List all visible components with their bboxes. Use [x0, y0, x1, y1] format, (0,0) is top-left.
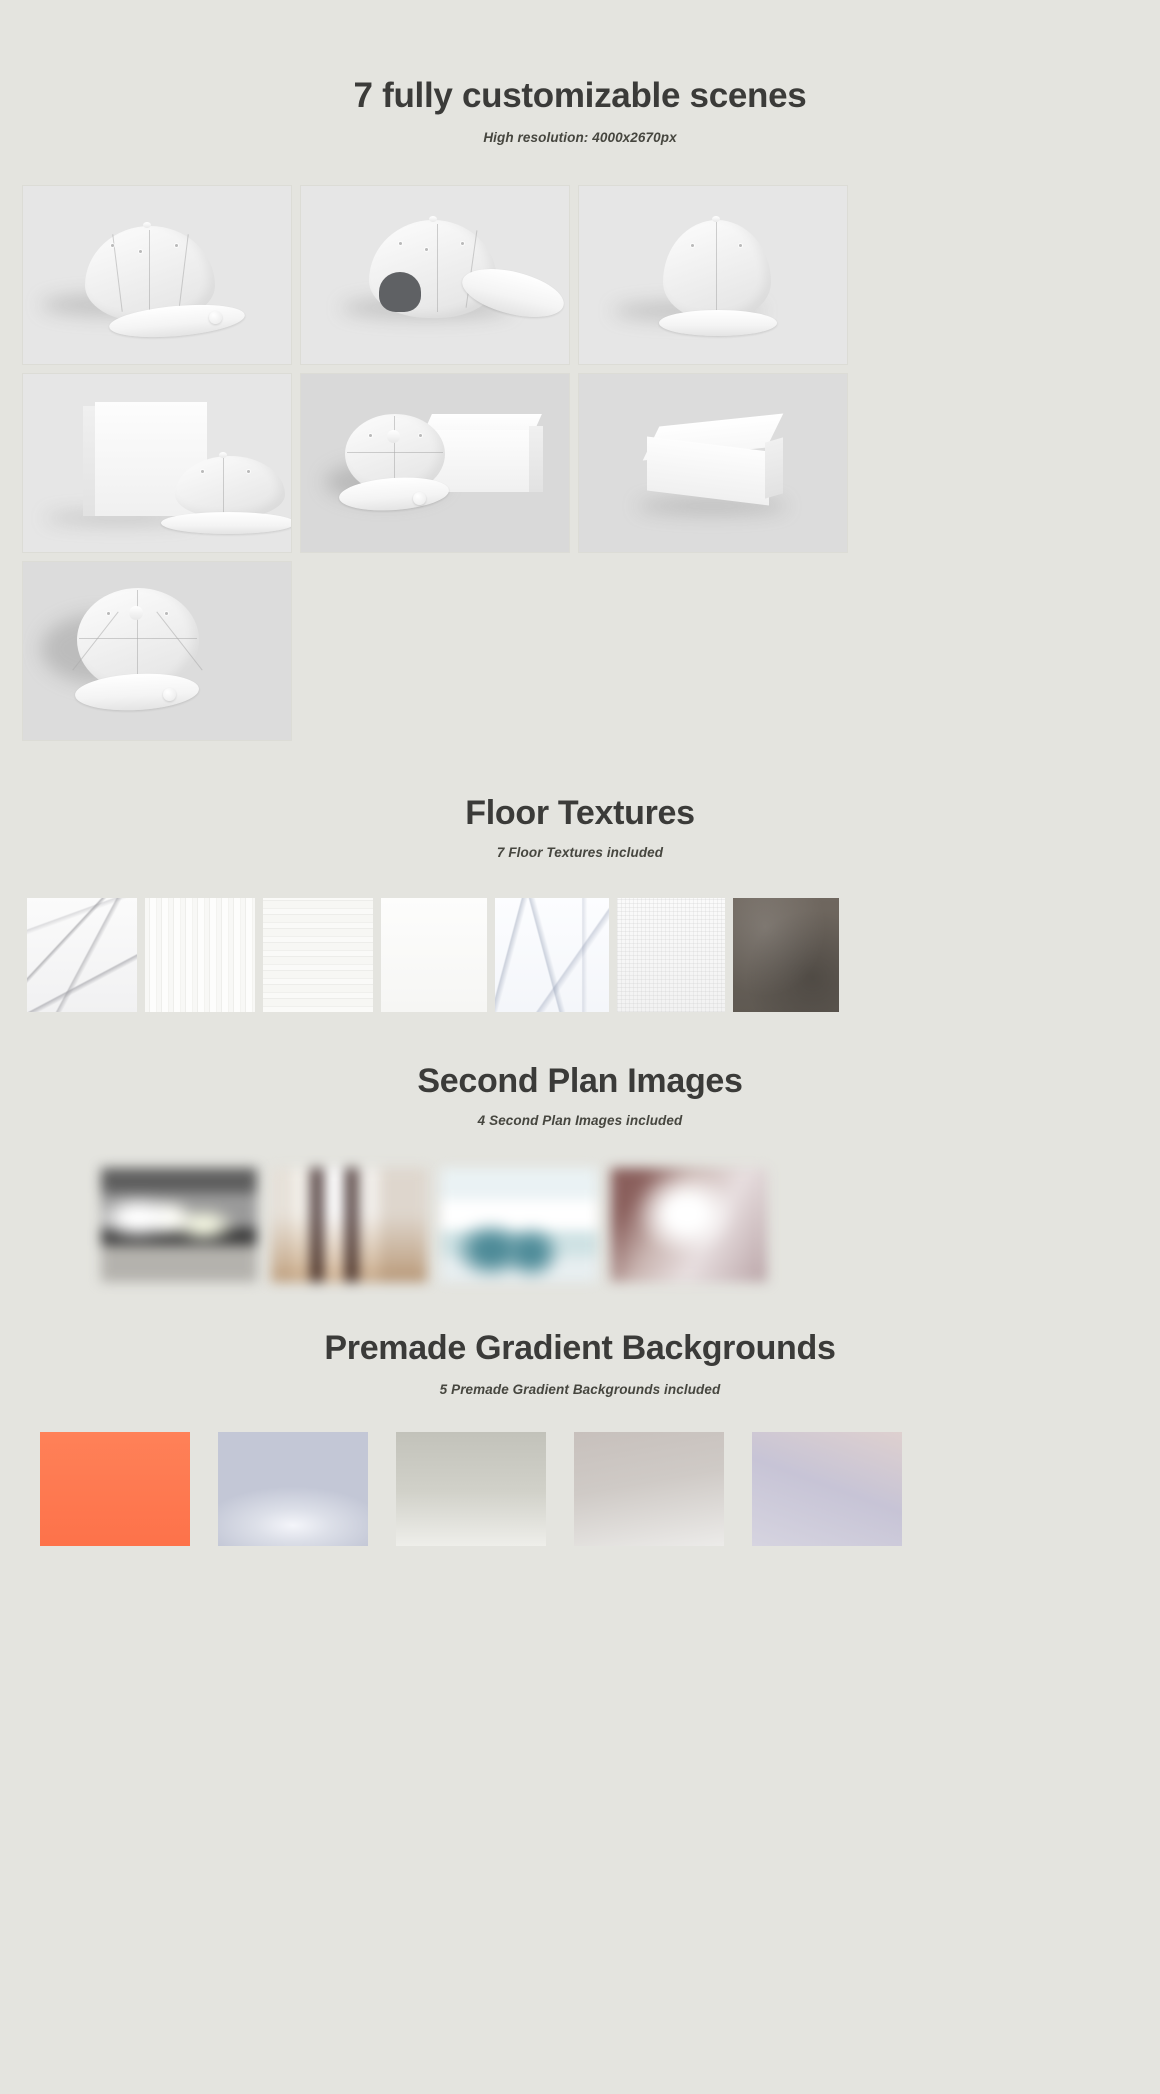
second-plan-thumb-blurred-warm-room-windows[interactable]	[271, 1168, 427, 1282]
scene-thumb-cap-front-three-quarter-view[interactable]	[22, 185, 292, 365]
gradient-swatch-beige-grey-fade[interactable]	[574, 1432, 724, 1546]
second-plan-thumb-blurred-mauve-interior[interactable]	[611, 1168, 767, 1282]
scenes-grid	[22, 185, 850, 741]
second-plan-thumb-blurred-teal-office[interactable]	[441, 1168, 597, 1282]
mockup-presentation-page: 7 fully customizable scenes High resolut…	[0, 0, 1160, 2094]
scene-thumb-cap-back-view-open-snapback[interactable]	[300, 185, 570, 365]
texture-swatch-white-vertical-wood[interactable]	[145, 898, 255, 1012]
second-plan-images-subtitle: 4 Second Plan Images included	[477, 1113, 683, 1128]
texture-swatch-white-marble[interactable]	[27, 898, 137, 1012]
texture-swatch-dark-brown-concrete[interactable]	[733, 898, 839, 1012]
second-plan-images-strip	[101, 1168, 1061, 1282]
gradient-swatch-lilac-blush-fade[interactable]	[752, 1432, 902, 1546]
texture-swatch-white-horizontal-wood[interactable]	[263, 898, 373, 1012]
page-title: 7 fully customizable scenes	[353, 76, 807, 115]
scene-thumb-cap-front-view[interactable]	[578, 185, 848, 365]
second-plan-thumb-blurred-grey-interior[interactable]	[101, 1168, 257, 1282]
gradient-swatch-cool-grey-spotlight[interactable]	[218, 1432, 368, 1546]
page-subtitle: High resolution: 4000x2670px	[483, 130, 677, 145]
floor-textures-subtitle: 7 Floor Textures included	[496, 845, 664, 860]
scene-thumb-cap-with-standing-box[interactable]	[22, 373, 292, 553]
scene-thumb-cap-top-view-with-box[interactable]	[300, 373, 570, 553]
texture-swatch-cool-white-marble[interactable]	[495, 898, 609, 1012]
gradient-swatch-coral-orange[interactable]	[40, 1432, 190, 1546]
second-plan-images-title: Second Plan Images	[417, 1062, 743, 1100]
floor-textures-title: Floor Textures	[465, 794, 695, 832]
gradients-strip	[40, 1432, 1120, 1546]
scene-thumb-cap-top-angled-view[interactable]	[22, 561, 292, 741]
floor-textures-strip	[27, 898, 1133, 1012]
scene-thumb-box-only-angled[interactable]	[578, 373, 848, 553]
texture-swatch-light-concrete[interactable]	[617, 898, 725, 1012]
texture-swatch-plain-white[interactable]	[381, 898, 487, 1012]
gradients-title: Premade Gradient Backgrounds	[324, 1329, 836, 1367]
gradients-subtitle: 5 Premade Gradient Backgrounds included	[439, 1382, 721, 1397]
gradient-swatch-warm-grey-fade[interactable]	[396, 1432, 546, 1546]
